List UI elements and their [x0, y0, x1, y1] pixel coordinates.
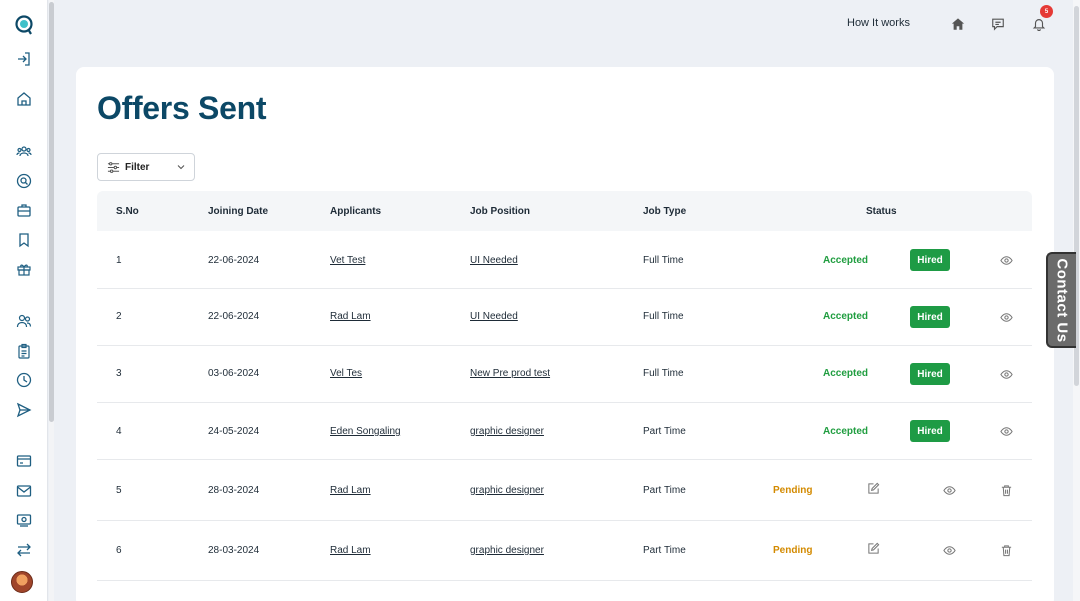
cell-job-type: Part Time — [643, 545, 686, 556]
cell-date: 03-06-2024 — [208, 368, 260, 379]
cell-date: 22-06-2024 — [208, 255, 260, 266]
status-accepted: Accepted — [823, 255, 869, 266]
eye-icon[interactable] — [942, 543, 956, 557]
cell-job-type: Full Time — [643, 255, 684, 266]
cell-date: 24-05-2024 — [208, 426, 260, 437]
users-group-icon[interactable] — [14, 141, 34, 161]
bookmark-icon[interactable] — [14, 230, 34, 250]
clock-icon[interactable] — [14, 370, 34, 390]
col-status: Status — [866, 206, 897, 217]
chat-icon[interactable] — [990, 16, 1006, 32]
applicant-link[interactable]: Vel Tes — [330, 368, 362, 379]
status-pending: Pending — [773, 545, 813, 556]
mail-icon[interactable] — [14, 481, 34, 501]
hired-badge: Hired — [910, 249, 950, 271]
edit-icon[interactable] — [866, 541, 880, 555]
cell-job-type: Full Time — [643, 311, 684, 322]
hired-badge: Hired — [910, 363, 950, 385]
table-row: 6 28-03-2024 Rad Lam graphic designer Pa… — [97, 521, 1032, 581]
search-circle-icon[interactable] — [14, 171, 34, 191]
cell-sno: 1 — [116, 255, 122, 266]
cell-sno: 2 — [116, 311, 122, 322]
home-icon[interactable] — [14, 89, 34, 109]
briefcase-icon[interactable] — [14, 200, 34, 220]
clipboard-icon[interactable] — [14, 341, 34, 361]
col-joining-date: Joining Date — [208, 206, 269, 217]
cell-job-type: Full Time — [643, 368, 684, 379]
eye-icon[interactable] — [999, 253, 1013, 267]
cell-sno: 5 — [116, 485, 122, 496]
cell-sno: 3 — [116, 368, 122, 379]
table-row: 4 24-05-2024 Eden Songaling graphic desi… — [97, 403, 1032, 460]
contact-us-label: Contact Us — [1053, 257, 1071, 343]
notification-badge: 5 — [1040, 5, 1053, 18]
logout-icon[interactable] — [14, 49, 34, 69]
applicant-link[interactable]: Eden Songaling — [330, 426, 401, 437]
filter-button[interactable]: Filter — [97, 153, 195, 181]
job-position-link[interactable]: New Pre prod test — [470, 368, 550, 379]
home-icon[interactable] — [950, 16, 966, 32]
sliders-icon — [107, 161, 120, 174]
job-position-link[interactable]: UI Needed — [470, 311, 518, 322]
contact-us-tab[interactable]: Contact Us — [1046, 252, 1076, 348]
status-accepted: Accepted — [823, 311, 869, 322]
cell-date: 28-03-2024 — [208, 545, 260, 556]
table-row: 3 03-06-2024 Vel Tes New Pre prod test F… — [97, 346, 1032, 403]
filter-label: Filter — [125, 161, 150, 173]
chevron-down-icon — [176, 162, 186, 172]
eye-icon[interactable] — [999, 424, 1013, 438]
status-accepted: Accepted — [823, 426, 869, 437]
page-title: Offers Sent — [97, 90, 267, 126]
applicant-link[interactable]: Rad Lam — [330, 311, 371, 322]
how-it-works-link[interactable]: How It works — [847, 17, 910, 29]
gift-icon[interactable] — [14, 259, 34, 279]
status-pending: Pending — [773, 485, 813, 496]
cell-sno: 4 — [116, 426, 122, 437]
transfer-icon[interactable] — [14, 540, 34, 560]
col-sno: S.No — [116, 206, 139, 217]
cell-sno: 6 — [116, 545, 122, 556]
cell-date: 22-06-2024 — [208, 311, 260, 322]
trash-icon[interactable] — [999, 483, 1013, 497]
job-position-link[interactable]: graphic designer — [470, 485, 544, 496]
col-job-type: Job Type — [643, 206, 687, 217]
send-icon[interactable] — [14, 400, 34, 420]
eye-icon[interactable] — [999, 310, 1013, 324]
payment-icon[interactable] — [14, 510, 34, 530]
job-position-link[interactable]: graphic designer — [470, 545, 544, 556]
logo[interactable] — [14, 15, 34, 35]
edit-icon[interactable] — [866, 481, 880, 495]
eye-icon[interactable] — [942, 483, 956, 497]
hired-badge: Hired — [910, 306, 950, 328]
status-accepted: Accepted — [823, 368, 869, 379]
hired-badge: Hired — [910, 420, 950, 442]
eye-icon[interactable] — [999, 367, 1013, 381]
table-row: 1 22-06-2024 Vet Test UI Needed Full Tim… — [97, 231, 1032, 289]
card-icon[interactable] — [14, 451, 34, 471]
avatar[interactable] — [11, 571, 33, 593]
table-row: 2 22-06-2024 Rad Lam UI Needed Full Time… — [97, 289, 1032, 346]
cell-job-type: Part Time — [643, 485, 686, 496]
sidebar — [0, 0, 48, 601]
col-job-position: Job Position — [470, 206, 530, 217]
col-applicants: Applicants — [330, 206, 382, 217]
applicant-link[interactable]: Rad Lam — [330, 485, 371, 496]
people-icon[interactable] — [14, 311, 34, 331]
table-row: 5 28-03-2024 Rad Lam graphic designer Pa… — [97, 460, 1032, 521]
sidebar-scrollbar[interactable] — [49, 0, 54, 601]
job-position-link[interactable]: graphic designer — [470, 426, 544, 437]
cell-date: 28-03-2024 — [208, 485, 260, 496]
table-header: S.No Joining Date Applicants Job Positio… — [97, 191, 1032, 231]
job-position-link[interactable]: UI Needed — [470, 255, 518, 266]
applicant-link[interactable]: Vet Test — [330, 255, 365, 266]
trash-icon[interactable] — [999, 543, 1013, 557]
cell-job-type: Part Time — [643, 426, 686, 437]
applicant-link[interactable]: Rad Lam — [330, 545, 371, 556]
bell-icon[interactable] — [1031, 16, 1047, 32]
